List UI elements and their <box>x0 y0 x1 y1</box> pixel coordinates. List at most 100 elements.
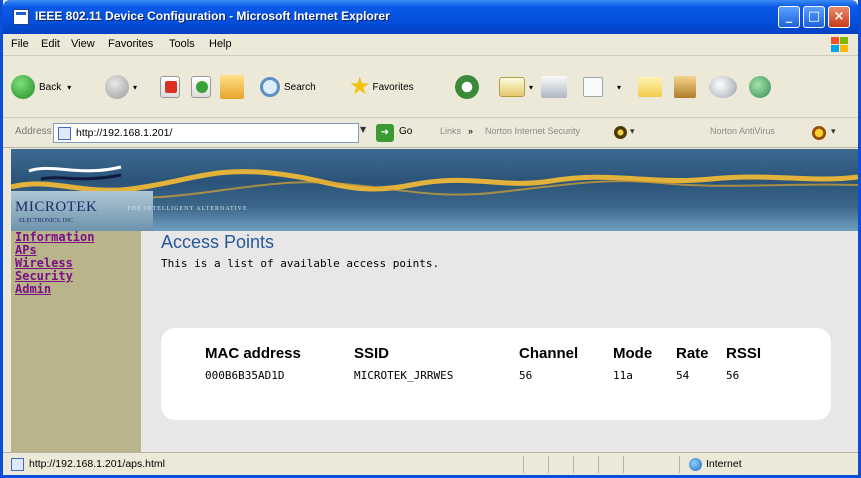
column-header-channel: Channel <box>519 345 579 362</box>
stop-button[interactable] <box>160 74 180 100</box>
column-header-ssid: SSID <box>354 345 390 362</box>
back-label: Back <box>39 81 62 93</box>
chevron-down-icon[interactable]: ▾ <box>630 126 635 137</box>
status-divider <box>523 456 524 473</box>
page-icon <box>58 127 71 140</box>
chevron-down-icon: ▾ <box>529 82 534 92</box>
page-description: This is a list of available access point… <box>161 257 440 270</box>
header-banner: MICROTEK ELECTRONICS, INC THE INTELLIGEN… <box>11 149 858 231</box>
cell-mac: 000B6B35AD1D <box>205 369 285 382</box>
forward-arrow-icon <box>105 75 129 99</box>
messenger-button[interactable] <box>709 74 737 100</box>
home-icon <box>220 75 244 99</box>
stop-icon <box>160 76 180 98</box>
tagline: THE INTELLIGENT ALTERNATIVE <box>127 206 248 212</box>
status-divider <box>598 456 599 473</box>
column-header-mode: Mode <box>613 345 653 362</box>
discuss-icon <box>709 76 737 98</box>
refresh-button[interactable] <box>191 74 211 100</box>
search-icon <box>260 77 280 97</box>
links-chevron-icon[interactable]: » <box>468 126 473 136</box>
antivirus-icon[interactable] <box>812 126 826 140</box>
address-bar: Address http://192.168.1.201/ ▼ ➜ Go Lin… <box>3 118 858 148</box>
back-button[interactable]: Back ▾ <box>11 74 71 100</box>
ie-icon <box>13 9 29 25</box>
maximize-button[interactable]: □ <box>803 6 825 28</box>
menu-edit[interactable]: Edit <box>41 38 60 50</box>
folder-icon <box>638 77 662 97</box>
page-viewport: MICROTEK ELECTRONICS, INC THE INTELLIGEN… <box>11 149 858 452</box>
menu-tools[interactable]: Tools <box>169 38 195 50</box>
column-header-rssi: RSSI <box>726 345 762 362</box>
address-label: Address <box>15 126 52 137</box>
edit-page-icon <box>583 77 603 97</box>
page-icon <box>11 458 24 471</box>
status-url: http://192.168.1.201/aps.html <box>29 458 166 470</box>
sidebar-item-admin[interactable]: Admin <box>11 283 141 296</box>
links-label[interactable]: Links <box>440 126 461 136</box>
refresh-icon <box>191 76 211 98</box>
address-input[interactable]: http://192.168.1.201/ <box>53 123 359 143</box>
windows-logo-icon <box>831 37 848 52</box>
mail-button[interactable]: ▾ <box>499 74 533 100</box>
messenger-icon <box>749 76 771 98</box>
status-divider <box>573 456 574 473</box>
column-header-rate: Rate <box>676 345 709 362</box>
research-icon <box>674 76 696 98</box>
chevron-down-icon: ▾ <box>133 82 138 92</box>
close-button[interactable]: × <box>828 6 850 28</box>
norton-antivirus-link[interactable]: Norton AntiVirus <box>710 126 775 136</box>
address-url: http://192.168.1.201/ <box>76 127 173 139</box>
favorites-button[interactable]: ★ Favorites <box>349 74 414 100</box>
forward-button[interactable]: ▾ <box>105 74 137 100</box>
edit-button[interactable]: ▾ <box>583 74 621 100</box>
column-header-mac: MAC address <box>205 345 301 362</box>
history-button[interactable] <box>455 74 479 100</box>
minimize-button[interactable]: _ <box>778 6 800 28</box>
home-button[interactable] <box>220 74 244 100</box>
access-points-table: MAC address SSID Channel Mode Rate RSSI … <box>161 328 831 420</box>
chevron-down-icon: ▾ <box>67 82 72 92</box>
folder-button[interactable] <box>638 74 662 100</box>
search-button[interactable]: Search <box>260 74 316 100</box>
go-button[interactable]: Go <box>399 126 412 137</box>
cell-rssi: 56 <box>726 369 740 382</box>
status-bar: http://192.168.1.201/aps.html Internet <box>3 452 858 475</box>
title-bar[interactable]: IEEE 802.11 Device Configuration - Micro… <box>3 0 858 34</box>
msn-button[interactable] <box>749 74 771 100</box>
search-label: Search <box>284 81 316 93</box>
chevron-down-icon: ▾ <box>617 82 622 92</box>
cell-ssid: MICROTEK_JRRWES <box>354 369 454 382</box>
star-icon: ★ <box>349 73 371 100</box>
browser-window: IEEE 802.11 Device Configuration - Micro… <box>0 0 861 478</box>
standard-toolbar: Back ▾ ▾ Search ★ Favorites ▾ ▾ <box>3 56 858 118</box>
cell-rate: 54 <box>676 369 690 382</box>
print-icon <box>541 76 567 98</box>
menu-favorites[interactable]: Favorites <box>108 38 153 50</box>
company-logo-subtitle: ELECTRONICS, INC <box>19 218 73 224</box>
window-title: IEEE 802.11 Device Configuration - Micro… <box>35 9 390 23</box>
menu-file[interactable]: File <box>11 38 29 50</box>
status-divider <box>623 456 624 473</box>
go-arrow-icon[interactable]: ➜ <box>376 124 394 142</box>
mail-icon <box>499 77 525 97</box>
main-content: Access Points This is a list of availabl… <box>141 231 858 452</box>
status-divider <box>548 456 549 473</box>
security-zone: Internet <box>706 458 742 470</box>
menu-help[interactable]: Help <box>209 38 232 50</box>
status-divider <box>679 456 680 473</box>
company-logo: MICROTEK <box>15 199 98 215</box>
research-button[interactable] <box>674 74 696 100</box>
address-dropdown-icon[interactable]: ▼ <box>360 125 372 141</box>
print-button[interactable] <box>541 74 567 100</box>
chevron-down-icon[interactable]: ▾ <box>831 126 836 137</box>
norton-security-link[interactable]: Norton Internet Security <box>485 126 580 136</box>
history-icon <box>455 75 479 99</box>
sidebar-nav: Information APs Wireless Security Admin <box>11 231 141 452</box>
favorites-label: Favorites <box>372 81 414 93</box>
menu-bar: File Edit View Favorites Tools Help <box>3 34 858 56</box>
cell-mode: 11a <box>613 369 633 382</box>
menu-view[interactable]: View <box>71 38 95 50</box>
page-title: Access Points <box>161 232 275 252</box>
norton-icon[interactable] <box>614 126 627 139</box>
